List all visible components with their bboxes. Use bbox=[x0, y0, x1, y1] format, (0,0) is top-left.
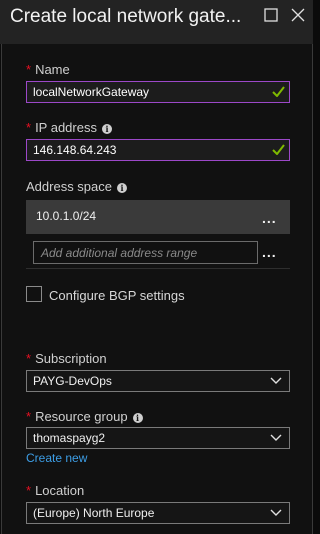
square-icon bbox=[264, 8, 278, 22]
info-icon[interactable]: i bbox=[132, 413, 143, 423]
address-range-row[interactable]: 10.0.1.0/24 ... bbox=[26, 200, 290, 234]
required-marker: * bbox=[26, 62, 32, 77]
subscription-label: * Subscription bbox=[26, 351, 107, 366]
create-new-link[interactable]: Create new bbox=[26, 451, 87, 465]
bgp-checkbox[interactable] bbox=[26, 286, 42, 302]
name-label: * Name bbox=[26, 62, 70, 77]
name-input[interactable]: localNetworkGateway bbox=[26, 81, 290, 103]
info-icon[interactable]: i bbox=[117, 183, 127, 193]
resource-group-select[interactable]: thomaspayg2 bbox=[26, 427, 290, 449]
panel-title: Create local network gate... bbox=[10, 6, 242, 27]
subscription-value: PAYG-DevOps bbox=[33, 374, 112, 388]
title-bar: Create local network gate... bbox=[0, 0, 313, 44]
location-label: * Location bbox=[26, 483, 85, 498]
check-icon bbox=[272, 144, 285, 155]
ip-address-input[interactable]: 146.148.64.243 bbox=[26, 139, 290, 161]
location-select[interactable]: (Europe) North Europe bbox=[26, 502, 290, 524]
chevron-down-icon bbox=[270, 377, 282, 384]
add-address-range-input[interactable]: Add additional address range bbox=[33, 241, 258, 264]
close-icon bbox=[291, 8, 305, 22]
address-space-label: Address space i bbox=[26, 179, 127, 194]
ip-address-label: * IP address i bbox=[26, 120, 112, 135]
chevron-down-icon bbox=[270, 509, 282, 516]
subscription-select[interactable]: PAYG-DevOps bbox=[26, 370, 290, 392]
more-options-button[interactable]: ... bbox=[262, 210, 277, 226]
resource-group-value: thomaspayg2 bbox=[33, 431, 106, 445]
location-value: (Europe) North Europe bbox=[33, 506, 155, 520]
address-range-value: 10.0.1.0/24 bbox=[36, 209, 97, 223]
check-icon bbox=[272, 86, 285, 97]
resource-group-label: * Resource group i bbox=[26, 409, 143, 424]
bgp-checkbox-label: Configure BGP settings bbox=[49, 288, 185, 303]
name-value: localNetworkGateway bbox=[33, 85, 150, 99]
more-options-button[interactable]: ... bbox=[262, 244, 277, 260]
info-icon[interactable]: i bbox=[101, 124, 112, 134]
chevron-down-icon bbox=[270, 434, 282, 441]
ip-address-value: 146.148.64.243 bbox=[33, 143, 117, 157]
close-button[interactable] bbox=[291, 8, 307, 24]
divider bbox=[26, 268, 290, 269]
maximize-button[interactable] bbox=[264, 8, 280, 24]
